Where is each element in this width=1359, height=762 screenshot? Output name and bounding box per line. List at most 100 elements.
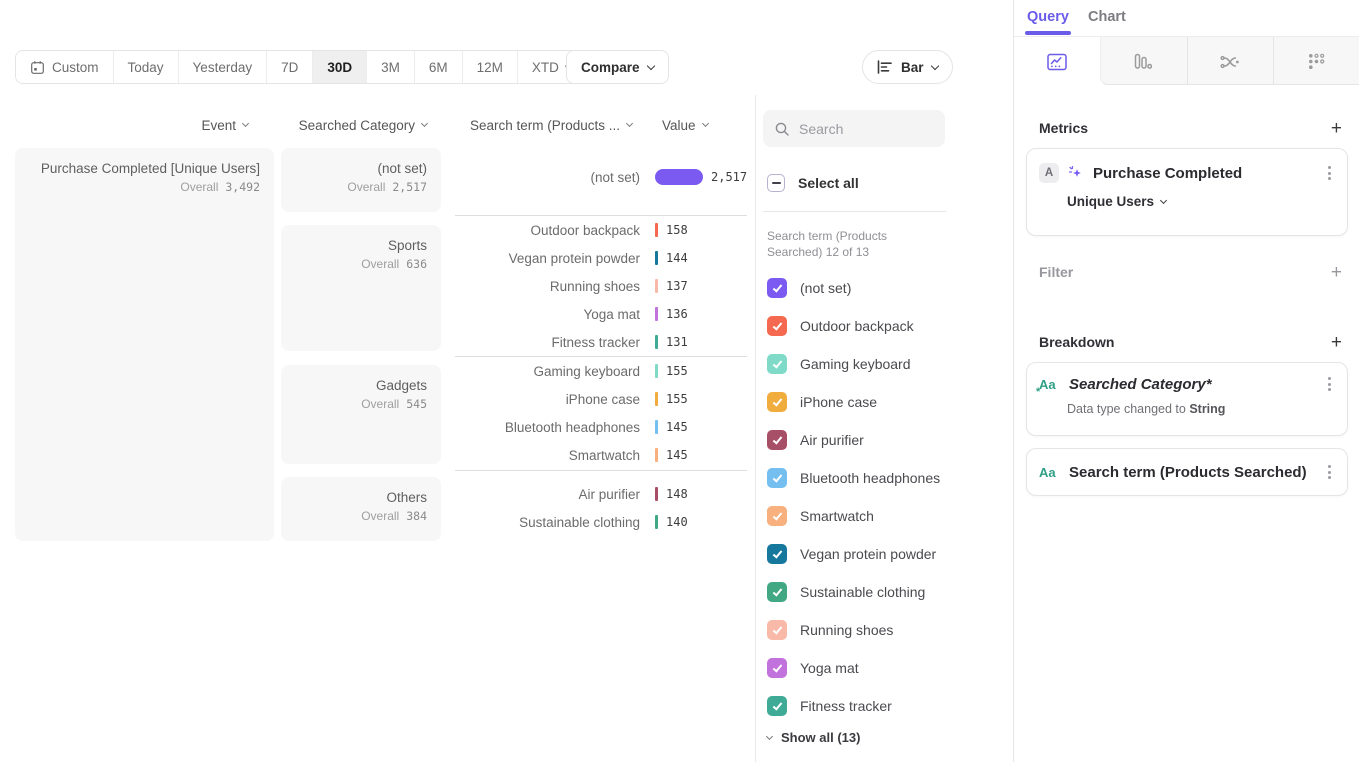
list-item[interactable]: Gaming keyboard xyxy=(767,345,1002,383)
checkbox[interactable] xyxy=(767,392,787,412)
event-sparkle-icon xyxy=(1067,164,1085,182)
table-row: Sustainable clothing140 xyxy=(455,508,755,536)
list-item[interactable]: iPhone case xyxy=(767,383,1002,421)
breakdown-card-searched-category[interactable]: *Aa Searched Category* Data type changed… xyxy=(1026,362,1348,436)
checkbox[interactable] xyxy=(767,354,787,374)
table-row: Bluetooth headphones145 xyxy=(455,413,755,441)
list-item[interactable]: (not set) xyxy=(767,269,1002,307)
add-breakdown-button[interactable]: + xyxy=(1331,333,1342,352)
category-cell-sports: Sports Overall636 xyxy=(281,225,441,351)
checkbox[interactable] xyxy=(767,468,787,488)
table-row: Vegan protein powder144 xyxy=(455,244,755,272)
search-term-filter-list: (not set) Outdoor backpack Gaming keyboa… xyxy=(767,269,1002,725)
list-item[interactable]: Outdoor backpack xyxy=(767,307,1002,345)
table-row: Outdoor backpack158 xyxy=(455,216,755,244)
value-bar xyxy=(655,420,658,434)
table-row: Yoga mat136 xyxy=(455,300,755,328)
value-bar xyxy=(655,392,658,406)
tab-insights[interactable] xyxy=(1014,37,1100,86)
date-yesterday-button[interactable]: Yesterday xyxy=(178,51,267,83)
list-item[interactable]: Running shoes xyxy=(767,611,1002,649)
category-cell-not-set: (not set) Overall2,517 xyxy=(281,148,441,212)
list-item[interactable]: Yoga mat xyxy=(767,649,1002,687)
panel-divider xyxy=(755,95,756,762)
date-custom-button[interactable]: Custom xyxy=(16,51,113,83)
list-item[interactable]: Air purifier xyxy=(767,421,1002,459)
checkbox[interactable] xyxy=(767,582,787,602)
row-divider xyxy=(455,470,747,471)
list-item[interactable]: Sustainable clothing xyxy=(767,573,1002,611)
kebab-menu-icon[interactable] xyxy=(1324,463,1335,481)
value-bar xyxy=(655,307,658,321)
table-row: Running shoes137 xyxy=(455,272,755,300)
date-30d-button[interactable]: 30D xyxy=(312,51,366,83)
chevron-down-icon xyxy=(701,120,708,127)
list-item[interactable]: Smartwatch xyxy=(767,497,1002,535)
chevron-down-icon xyxy=(646,61,654,69)
checkbox[interactable] xyxy=(767,658,787,678)
list-item[interactable]: Bluetooth headphones xyxy=(767,459,1002,497)
measure-select[interactable]: Unique Users xyxy=(1067,194,1335,209)
column-header-searched-category[interactable]: Searched Category xyxy=(281,117,427,133)
tab-flows[interactable] xyxy=(1187,37,1273,86)
checkbox[interactable] xyxy=(767,316,787,336)
tab-chart[interactable]: Chart xyxy=(1088,9,1126,25)
table-row: Air purifier148 xyxy=(455,480,755,508)
column-header-value[interactable]: Value xyxy=(662,117,752,133)
checkmark-icon xyxy=(772,624,782,634)
value-bar xyxy=(655,448,658,462)
date-12m-button[interactable]: 12M xyxy=(462,51,517,83)
insights-report-page: Custom Today Yesterday 7D 30D 3M 6M 12M … xyxy=(0,0,1359,762)
data-type-note: Data type changed to String xyxy=(1067,402,1335,416)
checkbox[interactable] xyxy=(767,278,787,298)
date-3m-button[interactable]: 3M xyxy=(366,51,414,83)
table-row: iPhone case155 xyxy=(455,385,755,413)
chevron-down-icon xyxy=(930,61,938,69)
tab-funnels[interactable] xyxy=(1100,37,1186,86)
chevron-down-icon xyxy=(1160,196,1167,203)
checkmark-icon xyxy=(772,358,782,368)
string-property-icon: *Aa xyxy=(1039,377,1061,392)
chart-type-select[interactable]: Bar xyxy=(862,50,953,84)
kebab-menu-icon[interactable] xyxy=(1324,164,1335,182)
date-range-picker: Custom Today Yesterday 7D 30D 3M 6M 12M … xyxy=(15,50,587,84)
select-all-row[interactable]: Select all xyxy=(767,174,859,192)
date-today-button[interactable]: Today xyxy=(113,51,178,83)
value-bar xyxy=(655,335,658,349)
insights-line-chart-icon xyxy=(1047,53,1067,71)
rows-group-others: Air purifier148 Sustainable clothing140 xyxy=(455,480,755,536)
checkbox[interactable] xyxy=(767,506,787,526)
event-name: Purchase Completed [Unique Users] xyxy=(15,161,260,176)
show-all-button[interactable]: Show all (13) xyxy=(767,730,860,745)
column-header-search-term[interactable]: Search term (Products ... xyxy=(455,117,632,133)
list-item[interactable]: Vegan protein powder xyxy=(767,535,1002,573)
column-header-event[interactable]: Event xyxy=(15,117,248,133)
tab-retention[interactable] xyxy=(1273,37,1359,86)
kebab-menu-icon[interactable] xyxy=(1324,375,1335,393)
metric-card[interactable]: A Purchase Completed Unique Users xyxy=(1026,148,1348,236)
filter-list-label: Search term (Products Searched) 12 of 13 xyxy=(767,228,945,260)
add-filter-button[interactable]: + xyxy=(1331,263,1342,282)
chevron-down-icon xyxy=(421,120,428,127)
rows-group-gadgets: Gaming keyboard155 iPhone case155 Blueto… xyxy=(455,357,755,469)
checkbox[interactable] xyxy=(767,544,787,564)
search-input[interactable] xyxy=(799,121,934,137)
compare-button[interactable]: Compare xyxy=(566,50,669,84)
tab-query[interactable]: Query xyxy=(1027,9,1069,25)
checkbox[interactable] xyxy=(767,696,787,716)
checkbox[interactable] xyxy=(767,620,787,640)
date-7d-button[interactable]: 7D xyxy=(266,51,312,83)
table-row: Smartwatch145 xyxy=(455,441,755,469)
checkbox[interactable] xyxy=(767,430,787,450)
checkmark-icon xyxy=(772,320,782,330)
modified-asterisk: * xyxy=(1036,386,1040,398)
breakdown-card-search-term[interactable]: Aa Search term (Products Searched) xyxy=(1026,448,1348,496)
checkmark-icon xyxy=(772,396,782,406)
date-6m-button[interactable]: 6M xyxy=(414,51,462,83)
value-bar xyxy=(655,487,658,501)
add-metric-button[interactable]: + xyxy=(1331,119,1342,138)
list-item[interactable]: Fitness tracker xyxy=(767,687,1002,725)
event-cell: Purchase Completed [Unique Users] Overal… xyxy=(15,148,274,541)
calendar-icon xyxy=(30,60,45,75)
select-all-checkbox[interactable] xyxy=(767,174,785,192)
